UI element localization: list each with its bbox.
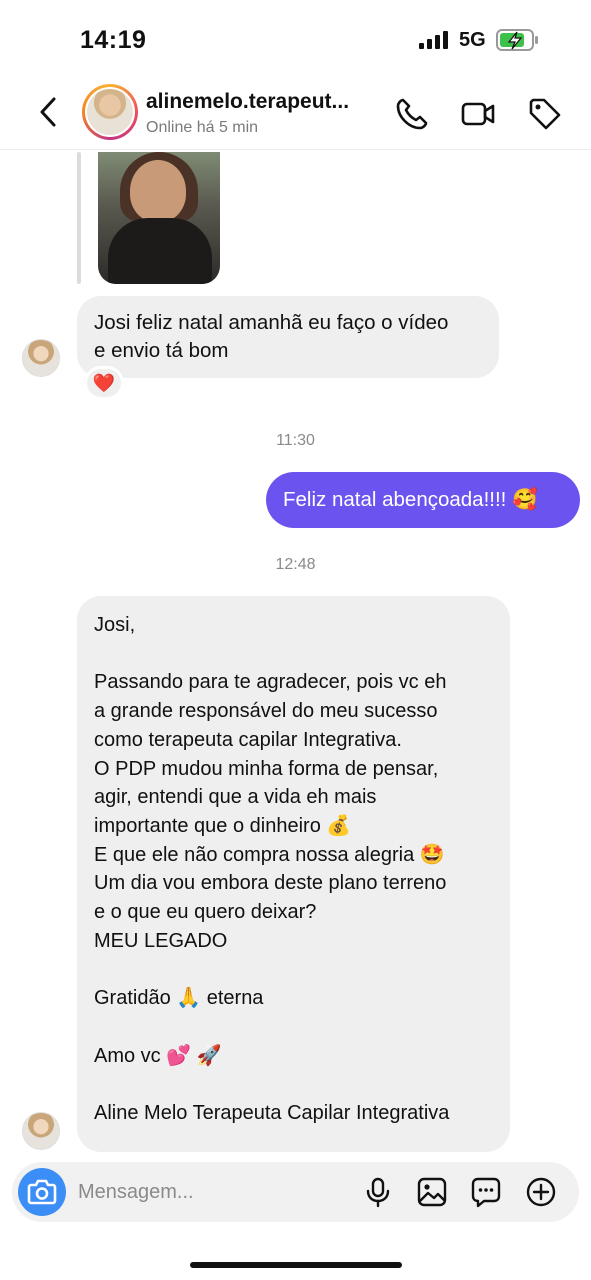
sticker-icon[interactable] [470,1176,502,1208]
video-thumbnail[interactable] [98,152,220,284]
message-bubble-outgoing[interactable]: Feliz natal abençoada!!!! 🥰 [266,472,580,528]
contact-avatar-small[interactable] [22,339,60,377]
phone-icon[interactable] [394,96,430,132]
signal-icon [419,31,448,49]
status-bar: 14:19 5G [0,0,591,80]
gallery-icon[interactable] [416,1176,448,1208]
network-type: 5G [459,29,486,51]
chat-header: alinemelo.terapeut... Online há 5 min [0,80,591,150]
battery-charging-icon [496,29,538,51]
contact-avatar[interactable] [82,84,138,140]
message-input[interactable] [78,1178,348,1206]
plus-icon[interactable] [525,1176,557,1208]
message-bubble-incoming[interactable]: Josi, Passando para te agradecer, pois v… [77,596,510,1152]
camera-button[interactable] [18,1168,66,1216]
message-composer [12,1162,579,1222]
microphone-icon[interactable] [362,1176,394,1208]
contact-name[interactable]: alinemelo.terapeut... [146,90,376,114]
back-icon[interactable] [34,94,64,130]
avatar-photo [87,89,133,135]
contact-avatar-small[interactable] [22,1112,60,1150]
message-bubble-incoming[interactable]: Josi feliz natal amanhã eu faço o vídeo … [77,296,499,378]
timestamp: 11:30 [276,432,315,449]
reply-indicator [77,152,81,284]
timestamp: 12:48 [275,556,316,573]
contact-status: Online há 5 min [146,119,259,136]
home-indicator[interactable] [190,1262,402,1268]
status-time: 14:19 [80,26,147,54]
tag-icon[interactable] [527,96,563,132]
heart-reaction[interactable]: ❤️ [84,366,124,400]
camera-icon [27,1179,57,1205]
video-call-icon[interactable] [460,96,496,132]
